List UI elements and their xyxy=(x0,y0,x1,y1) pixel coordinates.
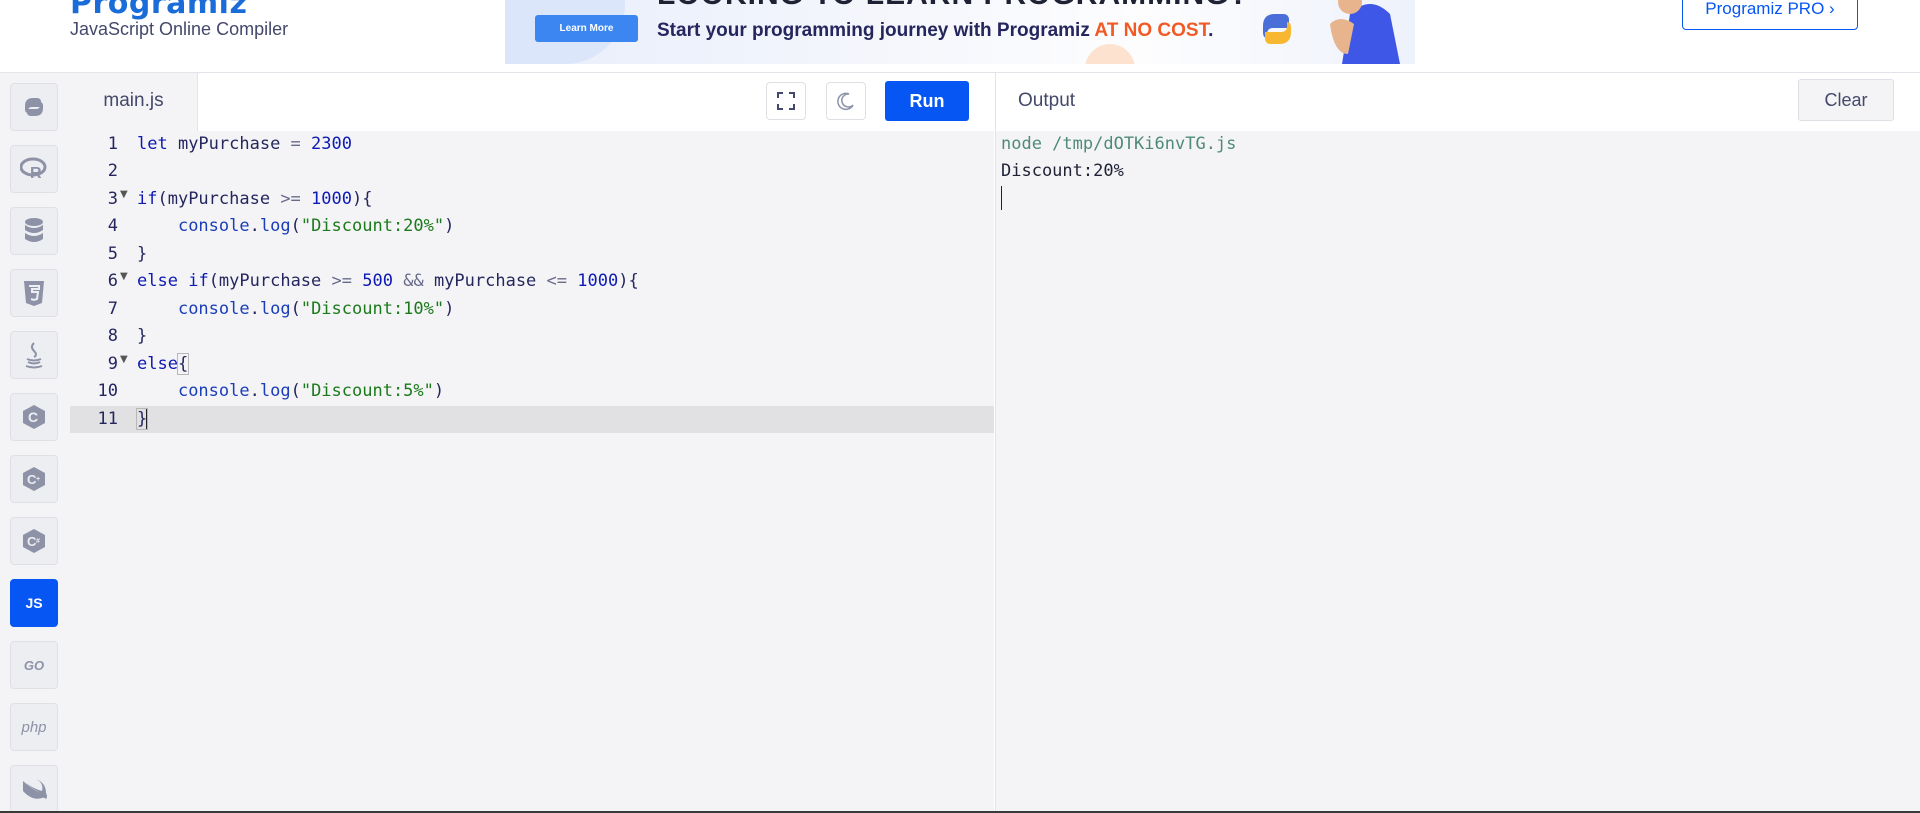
line-number: 2 xyxy=(107,161,118,181)
sidebar-item-go[interactable]: GO xyxy=(10,641,58,689)
code-line[interactable]: 2 xyxy=(70,158,994,185)
programiz-pro-button[interactable]: Programiz PRO › xyxy=(1682,0,1858,30)
sidebar-item-html[interactable] xyxy=(10,269,58,317)
svg-text:#: # xyxy=(36,538,40,545)
sidebar-item-javascript[interactable]: JS xyxy=(10,579,58,627)
ad-text-suffix: . xyxy=(1208,20,1214,41)
programiz-logo[interactable]: Programiz xyxy=(70,0,247,21)
sidebar-item-php[interactable]: php xyxy=(10,703,58,751)
code-text[interactable]: else if(myPurchase >= 500 && myPurchase … xyxy=(137,271,639,291)
code-line[interactable]: 3 ▼ if(myPurchase >= 1000){ xyxy=(70,186,994,213)
sidebar-item-c[interactable]: C xyxy=(10,393,58,441)
ad-text-highlight: AT NO COST xyxy=(1094,20,1209,41)
editor-toolbar: main.js Run xyxy=(70,73,994,132)
code-text[interactable]: } xyxy=(137,244,147,264)
svg-text:C: C xyxy=(28,409,38,425)
code-line[interactable]: 4 console.log("Discount:20%") xyxy=(70,213,994,240)
sidebar-item-python[interactable] xyxy=(10,83,58,131)
output-command-line: node /tmp/dOTKi6nvTG.js xyxy=(1001,134,1237,154)
line-number: 1 xyxy=(107,134,118,154)
ad-headline: LOOKING TO LEARN PROGRAMMING? xyxy=(657,0,1249,12)
line-number: 5 xyxy=(107,244,118,264)
r-icon: R xyxy=(20,157,47,182)
svg-text:+: + xyxy=(36,476,40,483)
ad-text: Start your programming journey with Prog… xyxy=(657,20,1213,42)
fold-arrow-icon[interactable]: ▼ xyxy=(120,189,128,200)
top-header: Programiz JavaScript Online Compiler Lea… xyxy=(0,0,1920,73)
sidebar-item-swift[interactable] xyxy=(10,765,58,813)
ad-decoration-circle xyxy=(1085,44,1135,64)
moon-icon xyxy=(837,92,854,111)
file-tab-main-js[interactable]: main.js xyxy=(70,73,198,131)
code-text[interactable]: } xyxy=(135,408,149,430)
line-number: 6 xyxy=(107,271,118,291)
learn-more-button[interactable]: Learn More xyxy=(535,15,638,42)
java-icon xyxy=(25,342,43,369)
clear-button[interactable]: Clear xyxy=(1798,79,1894,121)
code-line[interactable]: 9 ▼ else{ xyxy=(70,351,994,378)
ad-text-prefix: Start your programming journey with Prog… xyxy=(657,20,1095,41)
output-toolbar: Output Clear xyxy=(995,73,1920,132)
line-number: 10 xyxy=(97,381,118,401)
cplusplus-icon: C + xyxy=(23,467,45,491)
ad-person-illustration xyxy=(1330,0,1400,64)
text-cursor xyxy=(146,409,148,429)
sidebar-item-r[interactable]: R xyxy=(10,145,58,193)
sidebar-item-csharp[interactable]: C # xyxy=(10,517,58,565)
output-line: Discount:20% xyxy=(1001,161,1124,181)
swift-icon xyxy=(23,779,47,799)
fold-arrow-icon[interactable]: ▼ xyxy=(120,354,128,365)
fullscreen-icon xyxy=(777,92,795,110)
sidebar-item-java[interactable] xyxy=(10,331,58,379)
code-text[interactable]: console.log("Discount:5%") xyxy=(137,381,444,401)
run-button[interactable]: Run xyxy=(885,81,969,121)
code-text[interactable]: else{ xyxy=(137,353,190,375)
html5-icon xyxy=(24,281,44,306)
code-text[interactable]: console.log("Discount:20%") xyxy=(137,216,454,236)
code-line[interactable]: 6 ▼ else if(myPurchase >= 500 && myPurch… xyxy=(70,268,994,295)
line-number: 7 xyxy=(107,299,118,319)
line-number: 11 xyxy=(97,409,118,429)
console-cursor xyxy=(1001,186,1002,210)
line-number: 3 xyxy=(107,189,118,209)
code-text[interactable]: console.log("Discount:10%") xyxy=(137,299,454,319)
code-line[interactable]: 5 } xyxy=(70,241,994,268)
code-line[interactable]: 1 let myPurchase = 2300 xyxy=(70,131,994,158)
theme-toggle-button[interactable] xyxy=(826,82,866,120)
c-icon: C xyxy=(23,405,45,429)
svg-text:R: R xyxy=(30,165,42,182)
fullscreen-button[interactable] xyxy=(766,82,806,120)
code-line[interactable]: 10 console.log("Discount:5%") xyxy=(70,378,994,405)
language-sidebar: R C C + C # JS GO php xyxy=(0,73,71,813)
code-text[interactable]: } xyxy=(137,326,147,346)
sidebar-item-cpp[interactable]: C + xyxy=(10,455,58,503)
code-line[interactable]: 7 console.log("Discount:10%") xyxy=(70,296,994,323)
python-icon xyxy=(25,98,43,116)
python-logo-icon xyxy=(1263,14,1291,44)
line-number: 9 xyxy=(107,354,118,374)
ad-banner[interactable]: Learn More LOOKING TO LEARN PROGRAMMING?… xyxy=(505,0,1415,64)
php-icon: php xyxy=(21,718,47,736)
output-title: Output xyxy=(1018,90,1076,111)
code-editor[interactable]: 1 let myPurchase = 2300 2 3 ▼ if(myPurch… xyxy=(70,131,994,813)
code-line[interactable]: 8 } xyxy=(70,323,994,350)
output-console[interactable]: node /tmp/dOTKi6nvTG.js Discount:20% xyxy=(995,131,1920,813)
javascript-icon: JS xyxy=(25,595,43,611)
fold-arrow-icon[interactable]: ▼ xyxy=(120,271,128,282)
code-text[interactable]: let myPurchase = 2300 xyxy=(137,134,352,154)
code-text[interactable]: if(myPurchase >= 1000){ xyxy=(137,189,372,209)
csharp-icon: C # xyxy=(23,529,45,553)
sidebar-item-sql[interactable] xyxy=(10,207,58,255)
sql-icon xyxy=(25,218,43,242)
line-number: 4 xyxy=(107,216,118,236)
line-number: 8 xyxy=(107,326,118,346)
code-line-active[interactable]: 11 } xyxy=(70,406,994,433)
compiler-subtitle: JavaScript Online Compiler xyxy=(70,19,289,39)
go-icon: GO xyxy=(23,657,45,673)
